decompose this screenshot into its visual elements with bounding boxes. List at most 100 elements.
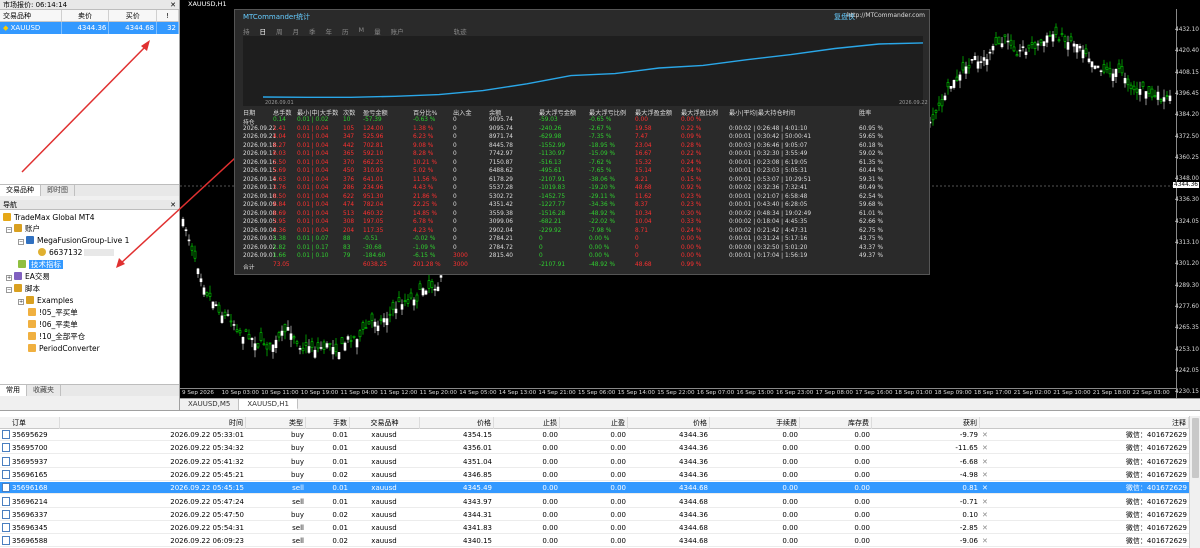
candle-body (256, 343, 260, 348)
time-tick-label: 14 Sep 21:00 (538, 390, 576, 396)
close-icon[interactable]: ✕ (170, 200, 176, 210)
order-row[interactable]: 35696588 2026.09.22 06:09:23 sell 0.02 xauus… (0, 535, 1189, 548)
stats-url[interactable]: http://MTCommander.com (847, 12, 925, 19)
tab-common[interactable]: 常用 (0, 385, 27, 396)
orders-column-header[interactable]: 库存费 (800, 417, 872, 429)
order-row[interactable]: 35695700 2026.09.22 05:34:32 buy 0.01 xauusd… (0, 442, 1189, 455)
order-cell: 0.00 (782, 444, 798, 453)
scrollbar-thumb[interactable] (1192, 418, 1199, 478)
close-order-icon[interactable]: ✕ (982, 509, 988, 521)
expand-icon[interactable]: + (18, 299, 24, 305)
tree-script-close-buy[interactable]: !05_平买单 (28, 308, 78, 318)
tree-account-number[interactable]: 6637132 (38, 248, 115, 258)
stats-cell: -516.13 (539, 159, 562, 166)
tree-script-period-converter[interactable]: PeriodConverter (28, 344, 100, 354)
stats-tab[interactable]: 历 (342, 26, 349, 36)
close-icon[interactable]: ✕ (170, 0, 176, 10)
orders-column-header[interactable]: 时间 (60, 417, 246, 429)
price-tick-label: 4420.40 (1175, 48, 1199, 55)
expand-icon[interactable]: + (6, 275, 12, 281)
close-order-icon[interactable]: ✕ (982, 456, 988, 468)
collapse-icon[interactable]: − (18, 239, 24, 245)
tree-accounts[interactable]: − 账户 (6, 224, 40, 234)
orders-column-header[interactable]: 订单 (0, 417, 60, 429)
stats-tab[interactable]: 月 (293, 26, 300, 36)
orders-column-header[interactable]: 交易品种 (350, 417, 420, 429)
orders-scrollbar[interactable] (1189, 416, 1200, 548)
stats-cell: 1.66 (273, 253, 286, 259)
close-order-icon[interactable]: ✕ (982, 469, 988, 481)
order-row[interactable]: 35695629 2026.09.22 05:33:01 buy 0.01 xauusd… (0, 429, 1189, 441)
tab-tick-chart[interactable]: 即时图 (41, 185, 75, 196)
stats-tab[interactable]: M (359, 26, 365, 36)
market-watch-row[interactable]: ◆ XAUUSD 4344.36 4344.68 32 (0, 22, 180, 34)
tab-favorites[interactable]: 收藏夹 (27, 385, 61, 396)
order-row[interactable]: 35696214 2026.09.22 05:47:24 sell 0.01 xauus… (0, 496, 1189, 508)
orders-column-header[interactable]: 获利 (872, 417, 980, 429)
tab-chart-h1[interactable]: XAUUSD,H1 (239, 399, 298, 410)
orders-column-header[interactable]: 止损 (494, 417, 560, 429)
orders-column-header[interactable]: 手续费 (710, 417, 800, 429)
close-order-icon[interactable]: ✕ (982, 442, 988, 454)
candle-body (1162, 97, 1166, 102)
close-order-icon[interactable]: ✕ (982, 535, 988, 547)
tree-indicators[interactable]: 技术指标 (18, 260, 63, 270)
close-order-icon[interactable]: ✕ (982, 496, 988, 508)
stats-cell: 592.10 (363, 151, 384, 157)
tab-symbols[interactable]: 交易品种 (0, 185, 41, 196)
order-row[interactable]: 35696168 2026.09.22 05:45:15 sell 0.01 xauus… (0, 482, 1189, 495)
stats-tab[interactable]: 日 (260, 26, 267, 36)
stats-cell: 10.21 % (413, 159, 437, 166)
tree-expert-advisors[interactable]: + EA交易 (6, 272, 50, 282)
order-row[interactable]: 35696345 2026.09.22 05:54:31 sell 0.01 xauus… (0, 522, 1189, 535)
stats-tab[interactable]: 周 (276, 26, 283, 36)
candle-body (943, 95, 947, 100)
stats-cell: 5302.72 (489, 193, 513, 200)
stats-cell: 15.32 (635, 159, 652, 166)
collapse-icon[interactable]: − (6, 287, 12, 293)
candle-body (328, 342, 332, 345)
orders-column-header[interactable]: 价格 (628, 417, 710, 429)
stats-tab[interactable]: 账户 (391, 26, 404, 36)
orders-column-header[interactable]: 类型 (246, 417, 306, 429)
tree-script-close-all[interactable]: !10_全部平仓 (28, 332, 85, 342)
stats-cell: -240.26 (539, 125, 562, 132)
tab-chart-m5[interactable]: XAUUSD,M5 (180, 399, 240, 410)
tree-examples[interactable]: + Examples (18, 296, 73, 306)
tree-script-close-sell[interactable]: !06_平卖单 (28, 320, 78, 330)
stats-cell: 286 (343, 185, 355, 191)
stats-tab[interactable]: 持 (243, 26, 250, 36)
orders-column-header[interactable]: 注释 (980, 417, 1189, 429)
stats-cell: 10.34 (635, 210, 652, 217)
order-row[interactable]: 35696337 2026.09.22 05:47:50 buy 0.02 xauusd… (0, 509, 1189, 521)
stats-cell: 3.95 (273, 219, 286, 225)
stats-header-cell: 盈亏金额 (363, 110, 388, 117)
stats-tab[interactable]: 量 (374, 26, 381, 36)
orders-column-header[interactable]: 价格 (420, 417, 494, 429)
candle-body (982, 57, 986, 61)
order-cell: 2026.09.22 05:45:15 (170, 484, 244, 493)
orders-column-header[interactable]: 止盈 (560, 417, 628, 429)
stats-cell: 0.22 % (681, 151, 702, 157)
stats-tab[interactable]: 轨迹 (454, 26, 467, 36)
tree-root[interactable]: TradeMax Global MT4 (3, 213, 95, 223)
close-order-icon[interactable]: ✕ (982, 522, 988, 534)
order-row[interactable]: 35696165 2026.09.22 05:45:21 buy 0.02 xauusd… (0, 469, 1189, 481)
order-cell: 0.02 (332, 510, 348, 519)
col-symbol[interactable]: 交易品种 (0, 10, 62, 21)
stats-cell: 0.00 % (589, 253, 610, 259)
stats-tab[interactable]: 年 (326, 26, 333, 36)
collapse-icon[interactable]: − (6, 227, 12, 233)
candle-body (313, 349, 317, 358)
close-order-icon[interactable]: ✕ (982, 482, 988, 494)
order-row[interactable]: 35695937 2026.09.22 05:41:32 buy 0.01 xauusd… (0, 456, 1189, 468)
col-bid[interactable]: 卖价 (62, 10, 110, 21)
col-ask[interactable]: 买价 (109, 10, 158, 21)
tree-server[interactable]: − MegaFusionGroup-Live 1 (18, 236, 129, 246)
stats-tab[interactable]: 季 (309, 26, 316, 36)
close-order-icon[interactable]: ✕ (982, 429, 988, 441)
tree-scripts[interactable]: − 脚本 (6, 284, 40, 294)
col-spread[interactable]: ! (157, 10, 180, 21)
orders-column-header[interactable]: 手数 (306, 417, 350, 429)
stats-cell: 0:00:02 | 0:18:04 | 4:45:35 (729, 219, 808, 225)
